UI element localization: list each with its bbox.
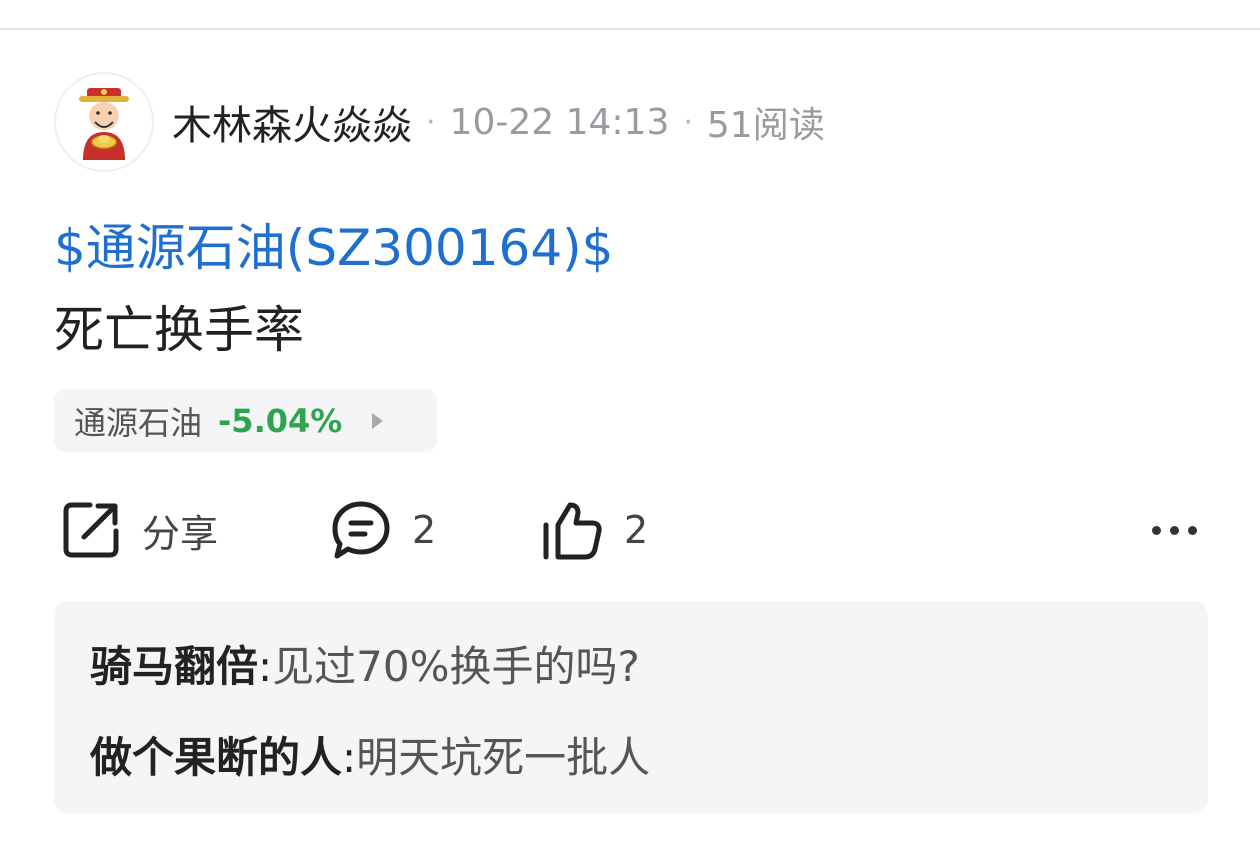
- post-time: 10-22 14:13: [449, 101, 670, 143]
- play-arrow-icon: [372, 412, 384, 429]
- caishen-avatar-icon: [79, 88, 129, 160]
- share-label: 分享: [142, 511, 219, 556]
- comment-button[interactable]: 2: [330, 495, 436, 565]
- comment-user[interactable]: 骑马翻倍: [90, 642, 258, 691]
- like-button[interactable]: 2: [540, 495, 648, 565]
- read-count: 51阅读: [706, 105, 825, 146]
- comment-colon: :: [258, 642, 273, 691]
- comment-colon: :: [342, 733, 357, 782]
- stock-chip-name: 通源石油: [74, 403, 203, 442]
- comment-text: 见过70%换手的吗?: [272, 642, 640, 691]
- more-button[interactable]: [1140, 495, 1208, 565]
- comment-preview-panel[interactable]: 骑马翻倍:见过70%换手的吗? 做个果断的人:明天坑死一批人: [54, 601, 1208, 813]
- post-text: 死亡换手率: [54, 301, 304, 359]
- comment-user[interactable]: 做个果断的人: [90, 733, 342, 782]
- comment-icon: [332, 501, 390, 559]
- post-card: 木林森火焱焱 · 10-22 14:13 · 51阅读 $通源石油(SZ3001…: [0, 0, 1260, 849]
- action-bar: 分享 2 2: [0, 495, 1260, 565]
- like-count: 2: [624, 508, 649, 552]
- avatar[interactable]: [54, 72, 154, 172]
- share-button[interactable]: 分享: [60, 495, 218, 565]
- comment-item[interactable]: 骑马翻倍:见过70%换手的吗?: [90, 633, 640, 694]
- author-name[interactable]: 木林森火焱焱: [172, 93, 412, 151]
- meta-separator: ·: [683, 104, 693, 140]
- comment-text: 明天坑死一批人: [356, 733, 651, 782]
- post-header: 木林森火焱焱 · 10-22 14:13 · 51阅读: [54, 72, 825, 172]
- stock-chip[interactable]: 通源石油 -5.04%: [54, 389, 437, 452]
- more-icon: [1151, 525, 1197, 535]
- stock-link[interactable]: $通源石油(SZ300164)$: [54, 208, 614, 280]
- stock-chip-change: -5.04%: [218, 401, 343, 440]
- meta-separator: ·: [426, 104, 436, 140]
- share-icon: [63, 502, 119, 558]
- comment-count: 2: [412, 508, 437, 552]
- thumbs-up-icon: [543, 502, 602, 560]
- comment-item[interactable]: 做个果断的人:明天坑死一批人: [90, 724, 650, 785]
